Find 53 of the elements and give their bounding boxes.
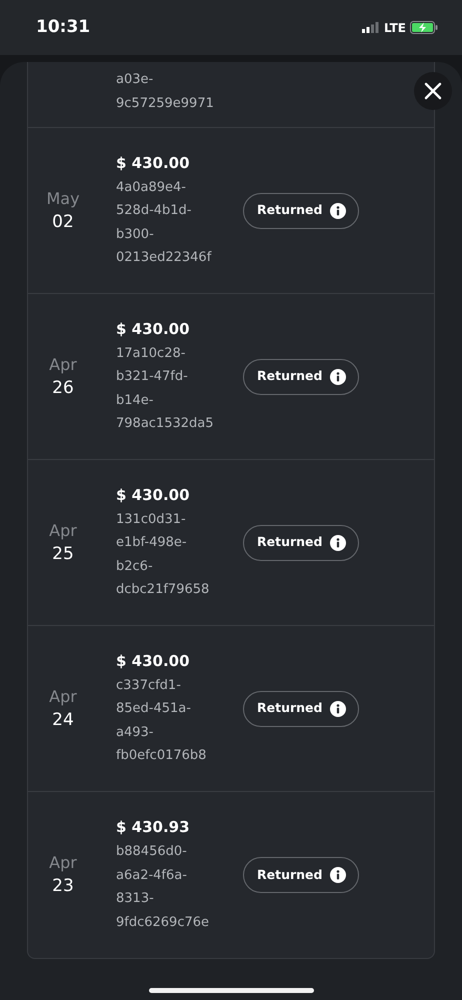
close-icon [424, 82, 442, 100]
transaction-id: a493- [116, 724, 154, 742]
transaction-id: fb0efc0176b8 [116, 747, 206, 765]
info-icon [330, 368, 346, 384]
transaction-id: b14e- [116, 392, 154, 410]
date-day: 02 [52, 210, 74, 234]
amount: $ 430.93 [116, 817, 190, 838]
date-month: Apr [49, 520, 77, 542]
status-button[interactable]: Returned [243, 857, 360, 893]
transaction-id: 798ac1532da5 [116, 415, 214, 433]
date-month: Apr [49, 686, 77, 708]
info-icon [330, 202, 346, 218]
transaction-id: 9fdc6269c76e [116, 914, 210, 932]
close-button[interactable] [414, 72, 452, 110]
transaction-id: 17a10c28- [116, 344, 186, 362]
status-time: 10:31 [36, 16, 90, 39]
date-month: Apr [49, 852, 77, 874]
transaction-id: e1bf-498e- [116, 534, 187, 552]
amount: $ 430.00 [116, 152, 190, 174]
info-icon [330, 534, 346, 550]
date-month: May [46, 188, 80, 210]
status-button[interactable]: Returned [243, 358, 360, 394]
transaction-id: b2c6- [116, 558, 153, 576]
transaction-id: a03e- [116, 71, 154, 89]
transaction-id: b88456d0- [116, 843, 187, 861]
status-button[interactable]: Returned [243, 690, 360, 726]
signal-icon [362, 22, 380, 33]
transaction-id: 528d-4b1d- [116, 202, 192, 220]
transaction-id: b321-47fd- [116, 368, 188, 386]
transaction-id: a6a2-4f6a- [116, 866, 187, 884]
info-icon [330, 700, 346, 716]
network-label: LTE [384, 20, 406, 36]
amount: $ 430.00 [116, 484, 190, 506]
transaction-id: 4a0a89e4- [116, 178, 186, 196]
transaction-id: 0213ed22346f [116, 249, 212, 267]
transaction-id: 8313- [116, 890, 154, 908]
status-button[interactable]: Returned [243, 524, 360, 560]
amount: $ 430.00 [116, 650, 190, 672]
transaction-id: c337cfd1- [116, 676, 181, 694]
date-month: Apr [49, 354, 77, 376]
transaction-id: 9c57259e9971 [116, 94, 215, 112]
battery-icon [410, 21, 438, 34]
transaction-id: 131c0d31- [116, 510, 186, 528]
date-day: 23 [52, 874, 74, 898]
transaction-id: dcbc21f79658 [116, 581, 210, 599]
date-day: 25 [52, 542, 74, 566]
info-icon [330, 867, 346, 883]
transaction-id: 85ed-451a- [116, 700, 191, 718]
transaction-id: b300- [116, 226, 154, 244]
date-day: 24 [52, 708, 74, 732]
date-day: 26 [52, 376, 74, 400]
amount: $ 430.00 [116, 318, 190, 340]
status-button[interactable]: Returned [243, 192, 360, 228]
